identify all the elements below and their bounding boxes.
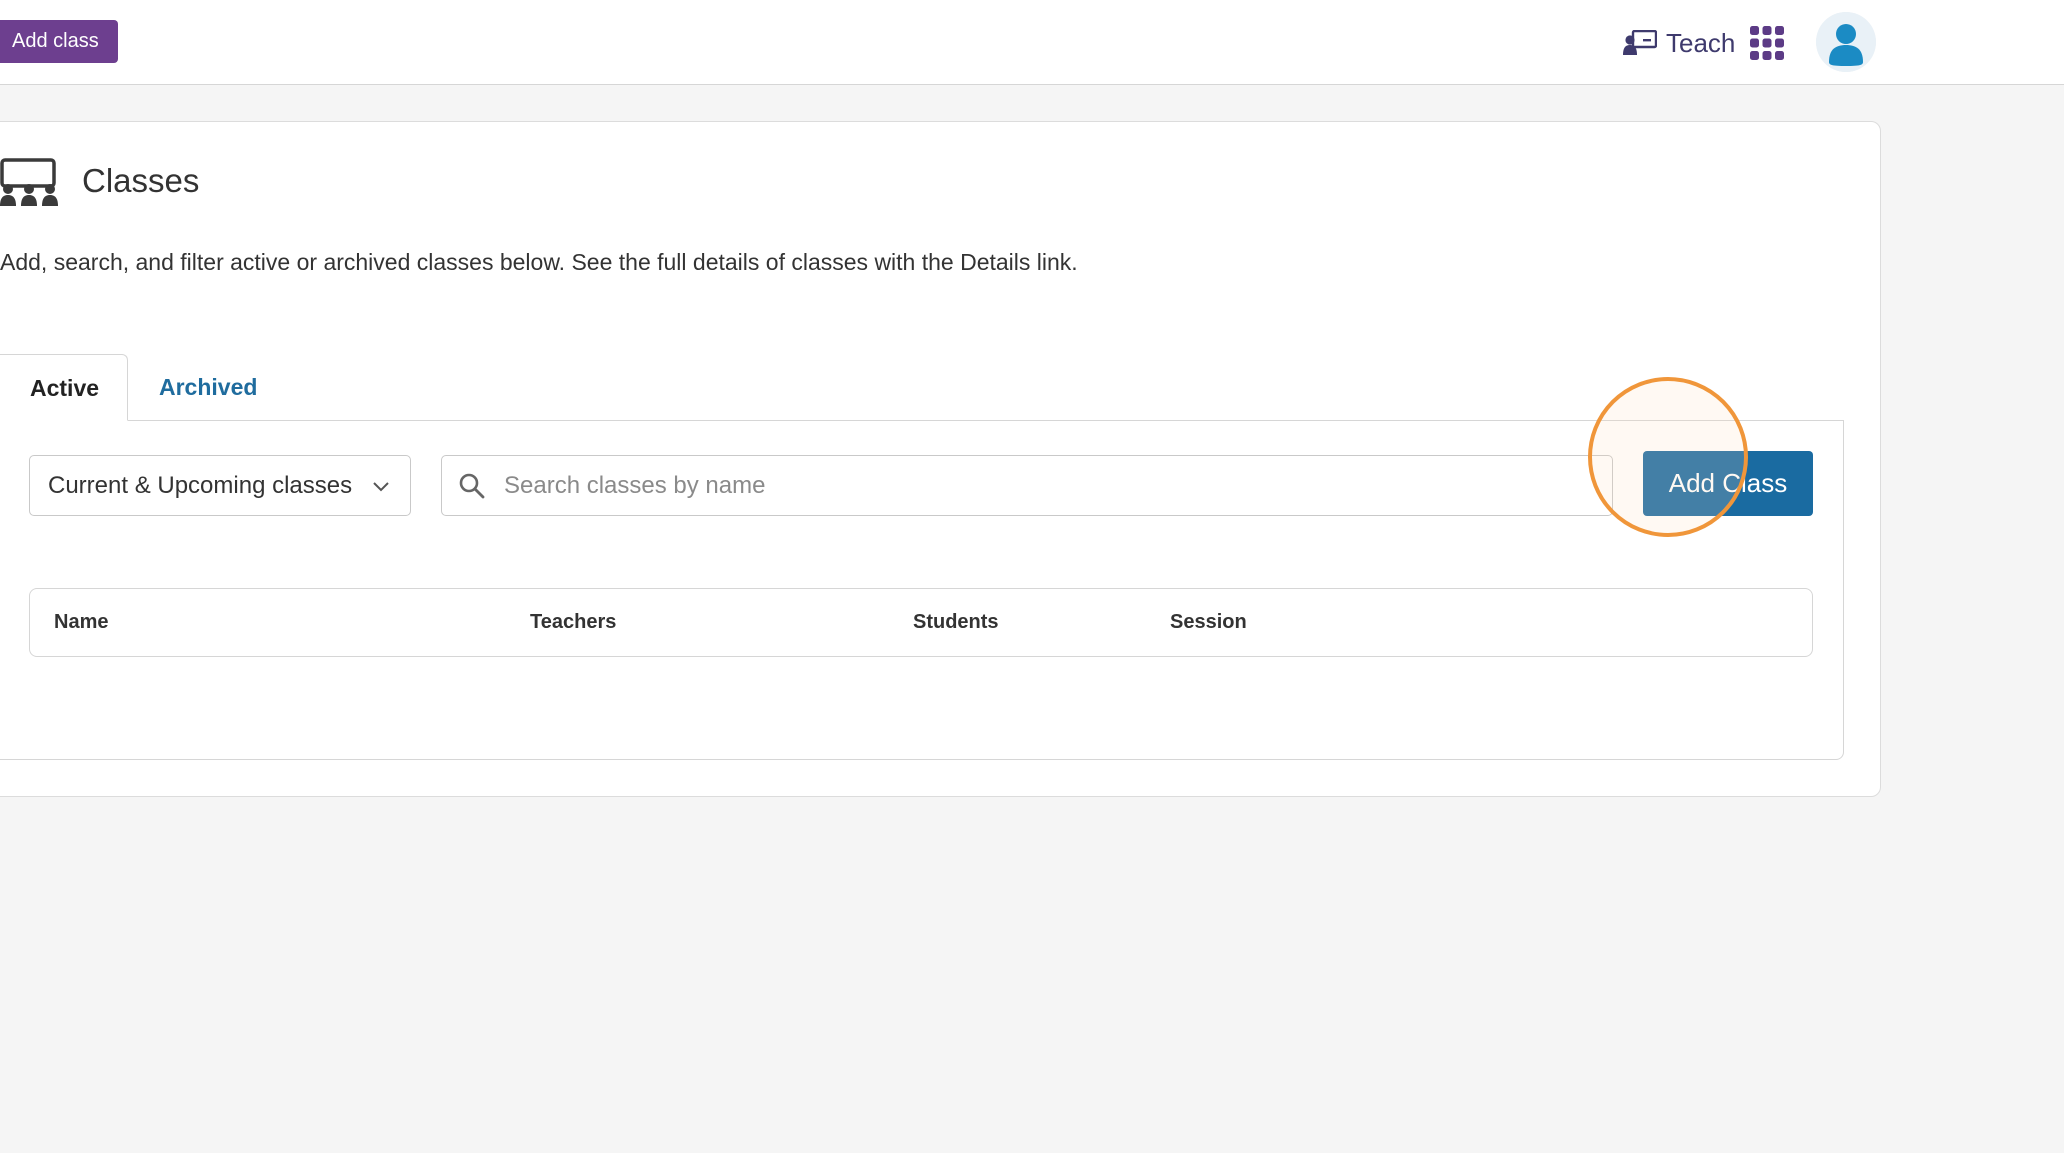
search-box[interactable] — [441, 455, 1613, 516]
session-filter-value: Current & Upcoming classes — [48, 471, 353, 499]
session-filter-select[interactable]: Current & Upcoming classes — [29, 455, 411, 516]
user-avatar[interactable] — [1816, 12, 1876, 72]
teach-label: Teach — [1666, 27, 1736, 58]
top-navigation-bar: Add class Teach — [0, 0, 2064, 85]
teach-menu-link[interactable]: Teach — [1623, 22, 1735, 64]
search-icon — [459, 473, 485, 499]
search-input[interactable] — [502, 456, 1602, 515]
tab-active[interactable]: Active — [0, 354, 128, 421]
column-header-students[interactable]: Students — [913, 589, 999, 656]
user-avatar-icon — [1816, 12, 1876, 72]
column-header-teachers[interactable]: Teachers — [530, 589, 616, 656]
classes-table-header: Name Teachers Students Session — [29, 588, 1813, 657]
page-description: Add, search, and filter active or archiv… — [0, 249, 1078, 275]
apps-grid-icon[interactable] — [1750, 26, 1784, 60]
column-header-name[interactable]: Name — [54, 589, 108, 656]
tab-archived[interactable]: Archived — [159, 354, 257, 421]
page-title: Classes — [82, 162, 200, 199]
topbar-add-class-button[interactable]: Add class — [0, 20, 118, 63]
column-header-session[interactable]: Session — [1170, 589, 1247, 656]
classroom-icon — [0, 158, 58, 206]
add-class-button[interactable]: Add Class — [1643, 451, 1813, 516]
teacher-board-icon — [1623, 30, 1657, 55]
chevron-down-icon — [373, 482, 389, 492]
